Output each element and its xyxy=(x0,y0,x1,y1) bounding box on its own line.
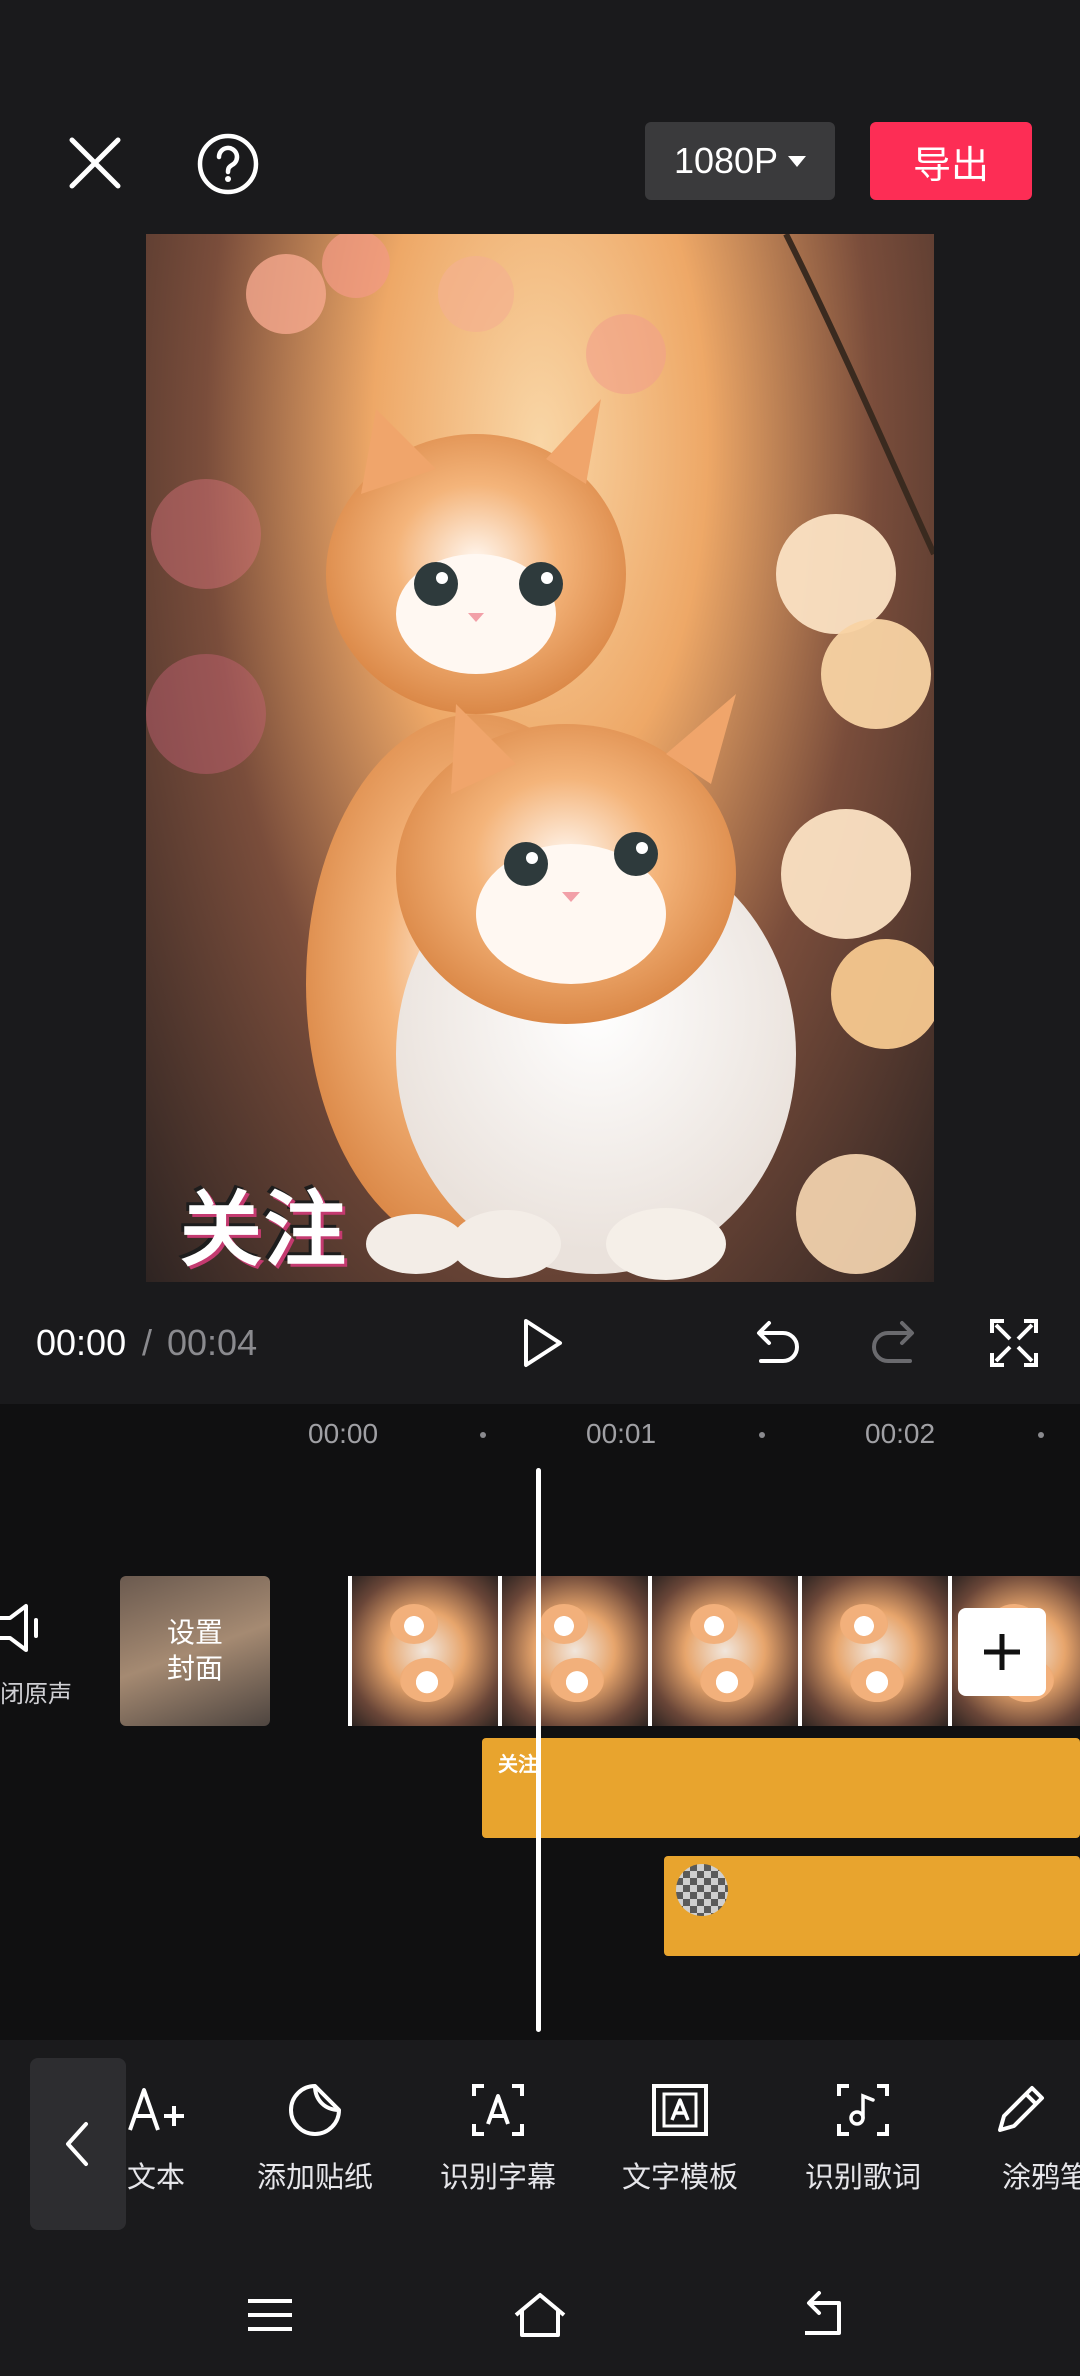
tool-label: 识别字幕 xyxy=(439,2162,556,2194)
sticker-thumbnail xyxy=(676,1864,728,1916)
menu-button[interactable] xyxy=(240,2285,300,2345)
playhead[interactable] xyxy=(536,1468,541,2032)
fullscreen-button[interactable] xyxy=(984,1313,1044,1373)
tool-label: 涂鸦笔 xyxy=(1002,2162,1080,2194)
current-time: 00:00 xyxy=(36,1322,127,1363)
sticker-track-clip[interactable] xyxy=(664,1856,1080,1956)
export-button[interactable]: 导出 xyxy=(870,122,1032,200)
tool-text-template[interactable]: 文字模板 xyxy=(590,2080,770,2196)
tool-brush[interactable]: 涂鸦笔 xyxy=(960,2080,1080,2196)
add-text-icon xyxy=(128,2088,184,2131)
ruler-label: 00:02 xyxy=(865,1418,936,1449)
play-icon xyxy=(524,1319,562,1367)
brush-icon xyxy=(998,2086,1044,2132)
back-icon xyxy=(805,2291,841,2335)
text-sticker-track-clip[interactable] xyxy=(482,1738,1080,1838)
tool-label: 文字模板 xyxy=(621,2162,738,2194)
ruler-label: 00:01 xyxy=(586,1418,657,1449)
undo-button[interactable] xyxy=(745,1313,805,1373)
text-template-icon xyxy=(652,2084,708,2136)
tool-add-sticker[interactable]: 添加贴纸 xyxy=(225,2080,405,2196)
back-button[interactable] xyxy=(795,2285,855,2345)
ruler-tick xyxy=(480,1432,486,1438)
plus-icon xyxy=(984,1634,1020,1670)
tool-label: 添加贴纸 xyxy=(256,2162,373,2194)
ruler-label: 00:00 xyxy=(308,1418,379,1449)
ruler-tick xyxy=(1038,1432,1044,1438)
redo-icon xyxy=(872,1321,914,1363)
add-clip-button[interactable] xyxy=(958,1608,1046,1696)
home-icon xyxy=(514,2293,566,2337)
subtitle-recognize-icon xyxy=(472,2084,524,2136)
close-icon xyxy=(69,137,121,189)
home-button[interactable] xyxy=(510,2285,570,2345)
time-separator: / xyxy=(142,1322,153,1363)
fullscreen-icon xyxy=(990,1319,1038,1367)
chevron-left-icon xyxy=(66,2122,88,2166)
undo-icon xyxy=(757,1321,799,1363)
play-button[interactable] xyxy=(512,1313,572,1373)
help-icon xyxy=(197,133,259,195)
speaker-icon xyxy=(0,1604,38,1652)
total-duration: 00:04 xyxy=(167,1322,258,1363)
collapse-toolbar-button[interactable] xyxy=(30,2058,126,2230)
cover-label-line2: 封面 xyxy=(166,1653,223,1684)
clip-frame xyxy=(648,1576,798,1726)
chevron-down-icon xyxy=(788,155,807,167)
video-preview[interactable]: 关注 xyxy=(146,234,934,1282)
tool-recognize-subtitles[interactable]: 识别字幕 xyxy=(408,2080,588,2196)
sticker-icon xyxy=(289,2084,341,2136)
redo-button[interactable] xyxy=(866,1313,926,1373)
set-cover-button[interactable]: 设置 封面 xyxy=(120,1576,270,1726)
mute-original-sound-button[interactable] xyxy=(0,1598,70,1663)
menu-icon xyxy=(248,2299,292,2331)
ruler-tick xyxy=(759,1432,765,1438)
resolution-label: 1080P xyxy=(673,140,779,181)
resolution-dropdown[interactable]: 1080P xyxy=(645,122,835,200)
clip-frame xyxy=(498,1576,648,1726)
text-track-thumbnail: 关注 xyxy=(498,1754,538,1776)
follow-sticker[interactable]: 关注 xyxy=(180,1163,348,1282)
clip-frame xyxy=(798,1576,948,1726)
cover-label-line1: 设置 xyxy=(166,1617,223,1648)
lyrics-recognize-icon xyxy=(837,2084,889,2136)
clip-frame xyxy=(348,1576,498,1726)
original-sound-label: 闭原声 xyxy=(0,1681,72,1708)
tool-recognize-lyrics[interactable]: 识别歌词 xyxy=(773,2080,953,2196)
tool-label: 识别歌词 xyxy=(804,2162,921,2194)
close-button[interactable] xyxy=(60,128,130,198)
kittens-image xyxy=(146,234,934,1280)
help-button[interactable] xyxy=(192,128,264,200)
